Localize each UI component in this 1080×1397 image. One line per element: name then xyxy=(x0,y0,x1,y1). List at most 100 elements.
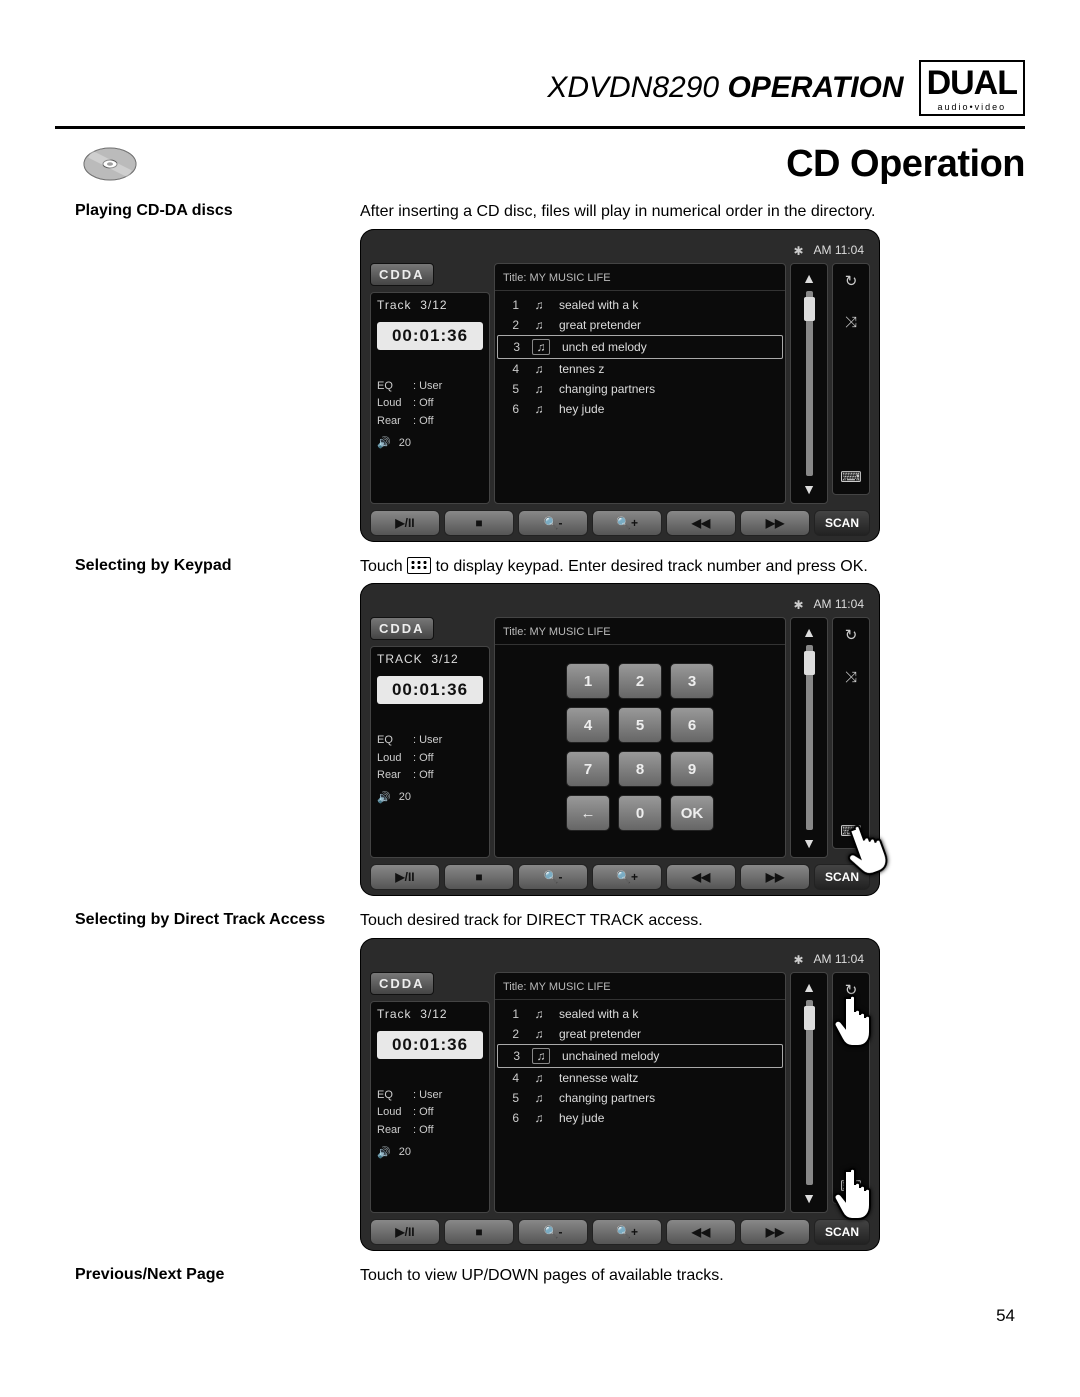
track-row[interactable]: 1♫sealed with a k xyxy=(497,1004,783,1024)
scroll-slider[interactable]: ▲▼ xyxy=(790,263,828,504)
keypad-key[interactable]: 2 xyxy=(618,663,662,699)
track-row[interactable]: 3♫unchained melody xyxy=(497,1044,783,1068)
scroll-up-icon[interactable]: ▲ xyxy=(802,624,816,640)
keypad-toggle-icon[interactable]: ⌨ xyxy=(838,1174,864,1198)
track-row[interactable]: 2♫great pretender xyxy=(497,315,783,335)
fast-forward-button[interactable]: ▶▶ xyxy=(740,864,810,890)
rewind-button[interactable]: ◀◀ xyxy=(666,510,736,536)
transport-controls: ▶/II■🔍-🔍+◀◀▶▶SCAN xyxy=(370,1219,870,1245)
play-pause-button[interactable]: ▶/II xyxy=(370,510,440,536)
scroll-thumb[interactable] xyxy=(806,291,813,476)
keypad-key[interactable]: 7 xyxy=(566,751,610,787)
stop-button[interactable]: ■ xyxy=(444,510,514,536)
track-number: 3 xyxy=(506,340,520,354)
scroll-down-icon[interactable]: ▼ xyxy=(802,1190,816,1206)
track-name: hey jude xyxy=(559,1111,604,1125)
zoom-out-button[interactable]: 🔍- xyxy=(518,864,588,890)
section-header: CD Operation xyxy=(55,139,1025,189)
zoom-in-button[interactable]: 🔍+ xyxy=(592,864,662,890)
zoom-out-button[interactable]: 🔍- xyxy=(518,1219,588,1245)
track-number: 2 xyxy=(505,1027,519,1041)
track-row[interactable]: 4♫tennes z xyxy=(497,359,783,379)
scroll-down-icon[interactable]: ▼ xyxy=(802,481,816,497)
elapsed-time: 00:01:36 xyxy=(377,676,483,704)
instruction-row: Previous/Next Page Touch to view UP/DOWN… xyxy=(55,1265,1025,1287)
track-name: sealed with a k xyxy=(559,298,638,312)
scan-button[interactable]: SCAN xyxy=(814,864,870,890)
row-body: After inserting a CD disc, files will pl… xyxy=(360,201,1025,223)
page-number: 54 xyxy=(55,1306,1025,1326)
scan-button[interactable]: SCAN xyxy=(814,510,870,536)
music-note-icon: ♫ xyxy=(531,1111,547,1125)
rewind-button[interactable]: ◀◀ xyxy=(666,864,736,890)
track-number: 6 xyxy=(505,1111,519,1125)
status-bar: AM 11:04 xyxy=(370,595,870,617)
track-list: 1♫sealed with a k2♫great pretender3♫unch… xyxy=(495,1000,785,1132)
scroll-slider[interactable]: ▲▼ xyxy=(790,617,828,858)
speaker-icon: 🔊 xyxy=(377,436,391,449)
track-row[interactable]: 5♫changing partners xyxy=(497,379,783,399)
mode-badge: CDDA xyxy=(370,972,434,995)
scroll-thumb[interactable] xyxy=(806,645,813,830)
track-list: 1♫sealed with a k2♫great pretender3♫unch… xyxy=(495,291,785,423)
zoom-in-button[interactable]: 🔍+ xyxy=(592,510,662,536)
rewind-button[interactable]: ◀◀ xyxy=(666,1219,736,1245)
keypad-key[interactable]: 0 xyxy=(618,795,662,831)
stop-button[interactable]: ■ xyxy=(444,864,514,890)
keypad-key[interactable]: 5 xyxy=(618,707,662,743)
stop-button[interactable]: ■ xyxy=(444,1219,514,1245)
track-row[interactable]: 2♫great pretender xyxy=(497,1024,783,1044)
scroll-slider[interactable]: ▲▼ xyxy=(790,972,828,1213)
keypad-key[interactable]: OK xyxy=(670,795,714,831)
music-note-icon: ♫ xyxy=(531,402,547,416)
scroll-down-icon[interactable]: ▼ xyxy=(802,835,816,851)
keypad-key[interactable]: 9 xyxy=(670,751,714,787)
model-number: XDVDN8290 xyxy=(547,71,719,104)
instruction-row: Playing CD-DA discs After inserting a CD… xyxy=(55,201,1025,223)
track-row[interactable]: 3♫unch ed melody xyxy=(497,335,783,359)
track-row[interactable]: 6♫hey jude xyxy=(497,399,783,419)
repeat-icon[interactable]: ↻ xyxy=(838,978,864,1002)
info-panel: TRACK 3/1200:01:36EQ: UserLoud: OffRear:… xyxy=(370,646,490,858)
volume-indicator: 🔊20 xyxy=(377,436,483,449)
shuffle-icon[interactable]: ⤨ xyxy=(838,665,864,689)
scan-button[interactable]: SCAN xyxy=(814,1219,870,1245)
shuffle-icon[interactable]: ⤨ xyxy=(838,311,864,335)
clock: AM 11:04 xyxy=(814,952,864,966)
keypad-key[interactable]: 4 xyxy=(566,707,610,743)
zoom-in-button[interactable]: 🔍+ xyxy=(592,1219,662,1245)
shuffle-icon[interactable]: ⤨ xyxy=(838,1020,864,1044)
play-pause-button[interactable]: ▶/II xyxy=(370,1219,440,1245)
keypad-key[interactable]: ← xyxy=(566,795,610,831)
numeric-keypad: 123 456 789 ←0OK xyxy=(495,645,785,849)
fast-forward-button[interactable]: ▶▶ xyxy=(740,1219,810,1245)
keypad-toggle-icon[interactable]: ⌨ xyxy=(838,465,864,489)
track-row[interactable]: 4♫tennesse waltz xyxy=(497,1068,783,1088)
repeat-icon[interactable]: ↻ xyxy=(838,623,864,647)
zoom-out-button[interactable]: 🔍- xyxy=(518,510,588,536)
keypad-toggle-icon[interactable]: ⌨ xyxy=(838,819,864,843)
header-rule xyxy=(55,126,1025,129)
play-pause-button[interactable]: ▶/II xyxy=(370,864,440,890)
keypad-key[interactable]: 8 xyxy=(618,751,662,787)
fast-forward-button[interactable]: ▶▶ xyxy=(740,510,810,536)
track-row[interactable]: 5♫changing partners xyxy=(497,1088,783,1108)
main-panel: Title: MY MUSIC LIFE123456789←0OK xyxy=(494,617,786,858)
track-name: tennesse waltz xyxy=(559,1071,638,1085)
keypad-key[interactable]: 6 xyxy=(670,707,714,743)
keypad-key[interactable]: 3 xyxy=(670,663,714,699)
device-screen: AM 11:04CDDATrack 3/1200:01:36EQ: UserLo… xyxy=(360,229,880,542)
keypad-icon xyxy=(407,557,431,574)
page-header: XDVDN8290 OPERATION DUAL audio•video xyxy=(55,60,1025,116)
scroll-up-icon[interactable]: ▲ xyxy=(802,270,816,286)
repeat-icon[interactable]: ↻ xyxy=(838,269,864,293)
track-name: tennes z xyxy=(559,362,604,376)
scroll-thumb[interactable] xyxy=(806,1000,813,1185)
track-row[interactable]: 6 ♫ hey jude xyxy=(497,1108,783,1128)
scroll-up-icon[interactable]: ▲ xyxy=(802,979,816,995)
keypad-key[interactable]: 1 xyxy=(566,663,610,699)
track-number: 1 xyxy=(505,1007,519,1021)
brand-tagline: audio•video xyxy=(921,102,1023,112)
track-row[interactable]: 1♫sealed with a k xyxy=(497,295,783,315)
row-label: Selecting by Direct Track Access xyxy=(55,910,360,929)
